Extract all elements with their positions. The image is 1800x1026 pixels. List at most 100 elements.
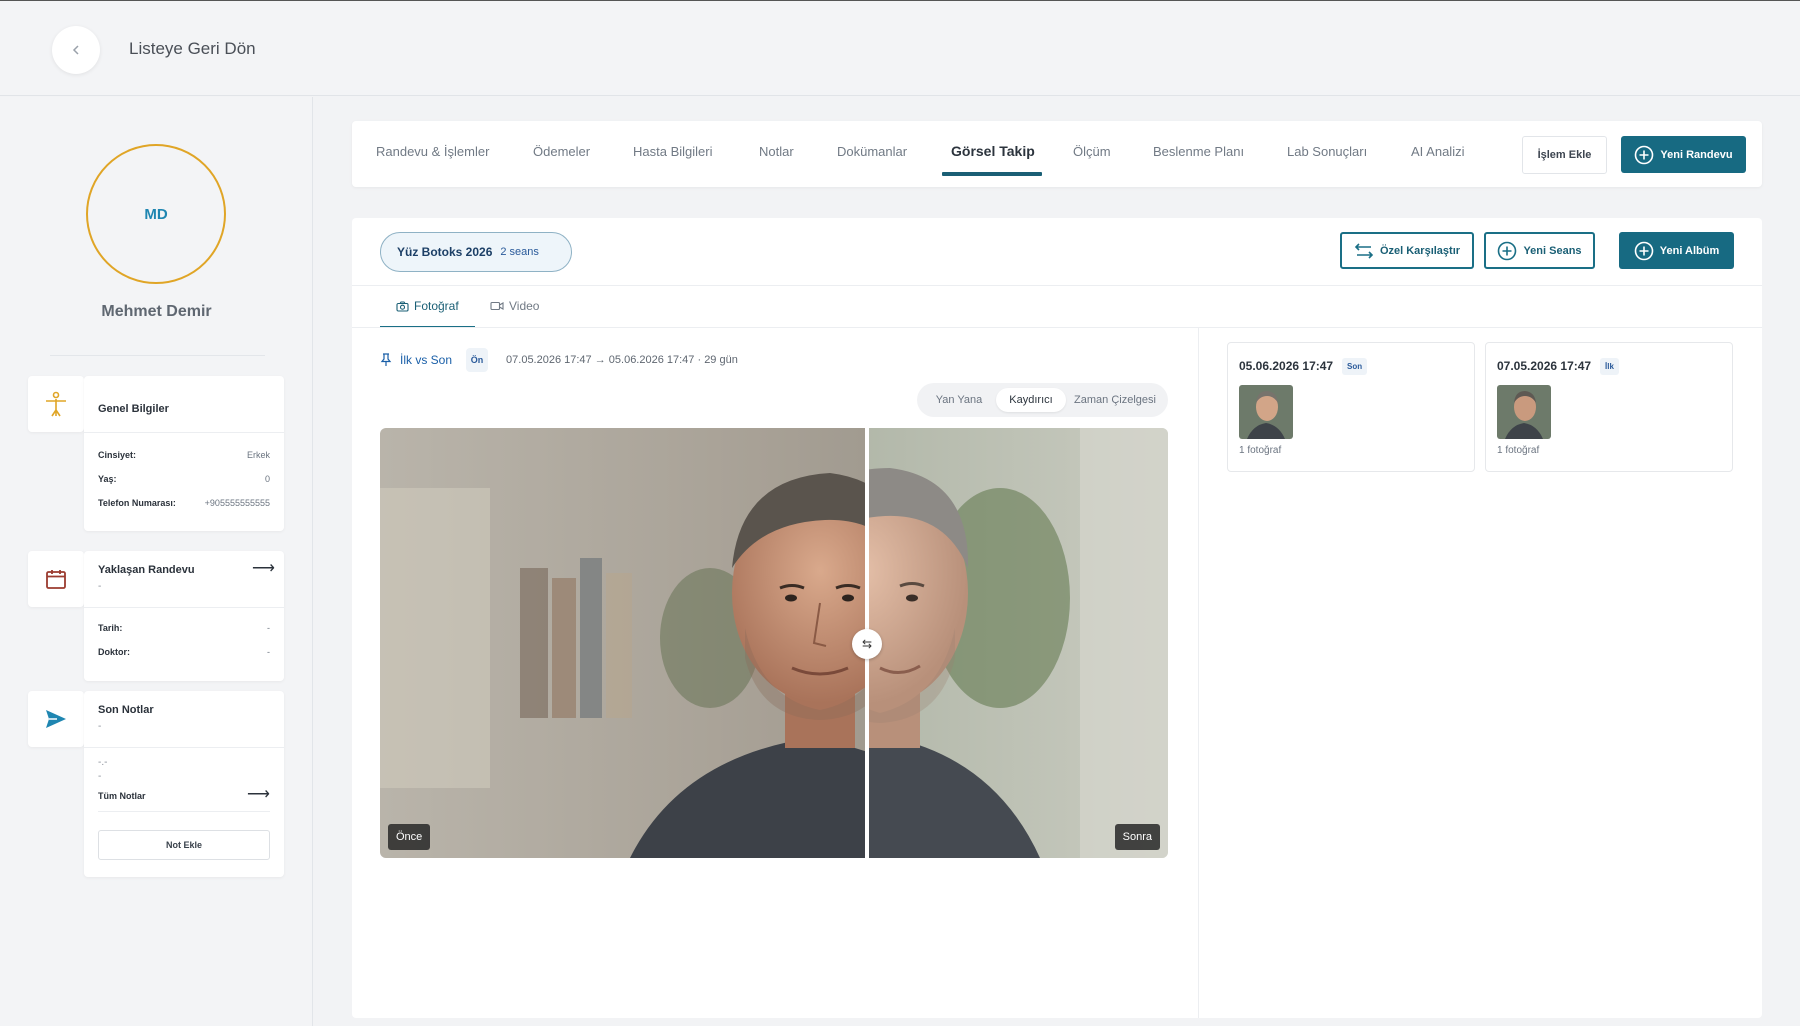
comparison-title: İlk vs Son: [400, 353, 453, 367]
camera-icon: [396, 300, 409, 312]
all-notes-link[interactable]: Tüm Notlar: [98, 791, 146, 801]
pin-icon: [380, 353, 392, 366]
session-photo-count: 1 fotoğraf: [1239, 445, 1282, 456]
custom-compare-label: Özel Karşılaştır: [1379, 244, 1461, 257]
add-note-button[interactable]: Not Ekle: [98, 830, 270, 860]
add-procedure-button[interactable]: İşlem Ekle: [1522, 136, 1607, 174]
avatar: MD: [86, 144, 226, 284]
top-bar: Listeye Geri Dön: [0, 0, 1800, 96]
upcoming-arrow-icon[interactable]: ⟶: [252, 558, 275, 578]
chevron-left-icon: [72, 45, 79, 55]
new-album-button[interactable]: Yeni Albüm: [1619, 232, 1734, 269]
tab-bar: Randevu & İşlemler Ödemeler Hasta Bilgil…: [352, 121, 1762, 187]
divider: [352, 327, 1762, 328]
tab-photo[interactable]: Fotoğraf: [396, 299, 459, 313]
info-label: Cinsiyet:: [98, 450, 137, 460]
tab-measurement[interactable]: Ölçüm: [1073, 144, 1111, 159]
general-info-icon-box: [28, 376, 84, 432]
session-card[interactable]: 05.06.2026 17:47 Son 1 fotoğraf: [1227, 342, 1475, 472]
album-selector[interactable]: Yüz Botoks 2026 2 seans: [380, 232, 572, 272]
session-badge: Son: [1342, 358, 1368, 375]
info-label: Yaş:: [98, 474, 117, 484]
info-row-age: Yaş: 0: [98, 474, 270, 484]
portrait-thumbnail: [1239, 385, 1293, 439]
plus-circle-icon: [1634, 241, 1654, 260]
back-link-label[interactable]: Listeye Geri Dön: [129, 39, 256, 59]
tab-visual-tracking[interactable]: Görsel Takip: [951, 143, 1035, 159]
appointment-row-date: Tarih: -: [98, 623, 270, 633]
tab-appointments[interactable]: Randevu & İşlemler: [376, 144, 489, 159]
note-line: -.-: [98, 757, 108, 768]
view-badge: Ön: [466, 348, 489, 372]
note-line: -: [98, 771, 102, 782]
visual-tracking-panel: Yüz Botoks 2026 2 seans Özel Karşılaştır…: [352, 218, 1762, 1018]
column-divider: [1198, 328, 1199, 1018]
swap-arrows-icon: [1354, 242, 1374, 259]
divider: [84, 747, 284, 748]
notes-subtitle: -: [98, 721, 102, 732]
send-icon: [46, 710, 66, 728]
new-session-label: Yeni Seans: [1523, 244, 1582, 257]
custom-compare-button[interactable]: Özel Karşılaştır: [1340, 232, 1474, 269]
upcoming-appointment-card: Yaklaşan Randevu ⟶ - Tarih: - Doktor: -: [84, 551, 284, 681]
slider-handle[interactable]: ⇆: [852, 629, 882, 659]
mode-timeline[interactable]: Zaman Çizelgesi: [1067, 388, 1163, 412]
session-card[interactable]: 07.05.2026 17:47 İlk 1 fotoğraf: [1485, 342, 1733, 472]
recent-notes-card: Son Notlar - -.- - Tüm Notlar ⟶ Not Ekle: [84, 691, 284, 877]
mode-side-by-side[interactable]: Yan Yana: [923, 388, 995, 412]
general-info-title: Genel Bilgiler: [98, 403, 169, 415]
back-button[interactable]: [52, 26, 100, 74]
info-value: +905555555555: [204, 498, 270, 508]
new-appointment-label: Yeni Randevu: [1660, 148, 1733, 161]
person-icon: [46, 391, 66, 417]
info-value: 0: [264, 474, 270, 484]
tab-nutrition-plan[interactable]: Beslenme Planı: [1153, 144, 1244, 159]
tab-patient-info[interactable]: Hasta Bilgileri: [633, 144, 712, 159]
info-value: -: [267, 647, 270, 657]
divider: [50, 355, 265, 356]
tab-video-label: Video: [509, 299, 540, 313]
tab-documents[interactable]: Dokümanlar: [837, 144, 907, 159]
new-album-label: Yeni Albüm: [1659, 244, 1720, 257]
info-value: -: [267, 623, 270, 633]
tab-payments[interactable]: Ödemeler: [533, 144, 590, 159]
plus-circle-icon: [1635, 145, 1654, 164]
before-label: Önce: [388, 824, 431, 850]
general-info-card: Genel Bilgiler Cinsiyet: Erkek Yaş: 0 Te…: [84, 376, 284, 531]
info-label: Tarih:: [98, 623, 123, 633]
info-label: Telefon Numarası:: [98, 498, 176, 508]
session-thumbnail[interactable]: [1497, 385, 1551, 439]
session-date: 05.06.2026 17:47: [1239, 359, 1334, 373]
video-icon: [490, 301, 504, 311]
view-mode-switch: Yan Yana Kaydırıcı Zaman Çizelgesi: [917, 383, 1168, 417]
upcoming-title: Yaklaşan Randevu: [98, 564, 195, 576]
tab-ai-analysis[interactable]: AI Analizi: [1411, 144, 1464, 159]
active-tab-indicator: [942, 172, 1042, 176]
after-label: Sonra: [1114, 824, 1160, 850]
calendar-icon: [46, 570, 66, 589]
before-after-comparison[interactable]: ⇆ Önce Sonra: [380, 428, 1168, 858]
mode-slider[interactable]: Kaydırıcı: [996, 388, 1066, 412]
divider: [84, 432, 284, 433]
portrait-photo: [380, 428, 1168, 858]
new-appointment-button[interactable]: Yeni Randevu: [1621, 136, 1746, 173]
info-row-phone: Telefon Numarası: +905555555555: [98, 498, 270, 508]
session-thumbnail[interactable]: [1239, 385, 1293, 439]
notes-icon-box: [28, 691, 84, 747]
tab-lab-results[interactable]: Lab Sonuçları: [1287, 144, 1367, 159]
album-name: Yüz Botoks 2026: [397, 245, 493, 259]
new-session-button[interactable]: Yeni Seans: [1484, 232, 1595, 269]
tab-video[interactable]: Video: [490, 299, 539, 313]
tab-photo-label: Fotoğraf: [414, 299, 459, 313]
portrait-thumbnail: [1497, 385, 1551, 439]
tab-notes[interactable]: Notlar: [759, 144, 794, 159]
patient-sidebar: MD Mehmet Demir Genel Bilgiler Cinsiyet:…: [0, 97, 313, 1026]
comparison-header: İlk vs Son Ön 07.05.2026 17:47 → 05.06.2…: [380, 348, 738, 372]
appointment-row-doctor: Doktor: -: [98, 647, 270, 657]
all-notes-arrow-icon[interactable]: ⟶: [247, 784, 270, 804]
notes-title: Son Notlar: [98, 704, 154, 716]
session-badge: İlk: [1600, 358, 1619, 375]
info-label: Doktor:: [98, 647, 130, 657]
upcoming-subtitle: -: [98, 581, 102, 592]
divider: [98, 811, 270, 812]
